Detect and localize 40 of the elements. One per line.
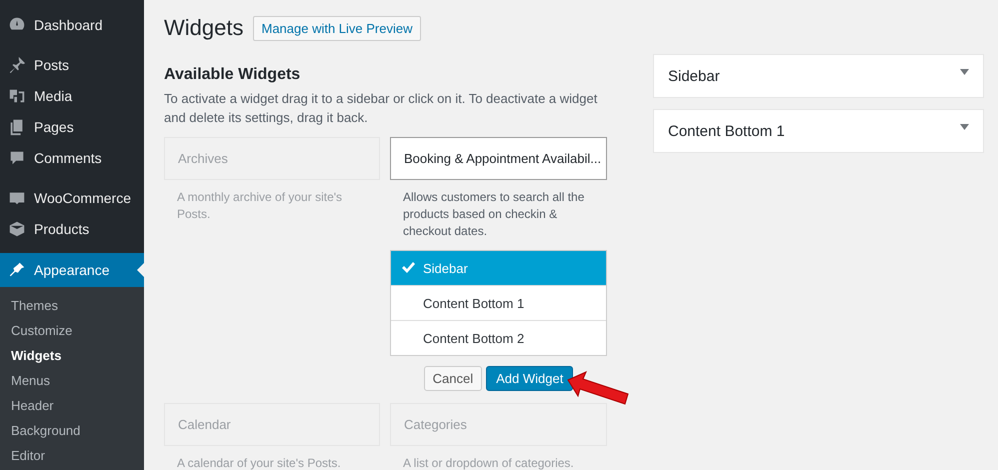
submenu-item[interactable]: Editor <box>0 443 144 468</box>
caret-icon <box>960 69 969 75</box>
menu-item[interactable]: Media <box>0 80 144 111</box>
menu-item[interactable]: Comments <box>0 142 144 173</box>
add-widget-button[interactable]: Add Widget <box>486 366 574 391</box>
cancel-button[interactable]: Cancel <box>424 366 482 391</box>
panel-title: Content Bottom 1 <box>668 122 785 140</box>
live-preview-button[interactable]: Manage with Live Preview <box>253 16 421 40</box>
paintbrush-icon <box>8 261 26 279</box>
submenu-item[interactable]: Menus <box>0 368 144 393</box>
menu-item[interactable]: Pages <box>0 111 144 142</box>
widget-title[interactable]: Booking & Appointment Availabil... <box>390 137 607 180</box>
widget-description: A list or dropdown of categories. <box>402 455 575 470</box>
submenu-item[interactable]: Themes <box>0 293 144 318</box>
speech-bubble-icon <box>8 148 26 166</box>
checkmark-icon <box>401 261 415 275</box>
sidebar-panel[interactable]: Sidebar <box>653 54 984 98</box>
sidebar-panel[interactable]: Content Bottom 1 <box>653 109 984 153</box>
menu-item[interactable]: WooCommerce <box>0 182 144 213</box>
media-icon <box>8 86 26 104</box>
box-icon <box>8 220 26 238</box>
submenu-item[interactable]: Background <box>0 418 144 443</box>
widget-description: A calendar of your site's Posts. <box>176 455 342 470</box>
page-title: Widgets <box>164 15 244 41</box>
widget-description: Allows customers to search all the products based on checkin & checkout dates. <box>402 189 586 240</box>
submenu-item[interactable]: Header <box>0 393 144 418</box>
menu-item[interactable]: Products <box>0 213 144 244</box>
panel-title: Sidebar <box>668 68 720 84</box>
menu-item[interactable]: Dashboard <box>0 9 144 40</box>
submenu-item[interactable]: Widgets <box>0 343 144 368</box>
submenu-item[interactable]: Customize <box>0 318 144 343</box>
menu-item[interactable]: Appearance <box>0 253 144 287</box>
sidebar-option[interactable]: Content Bottom 2 <box>391 320 606 355</box>
widget-description: A monthly archive of your site's Posts. <box>176 189 344 223</box>
section-description: To activate a widget drag it to a sidebar or click on it. To deactivate a widget and delete its settings, drag it back. <box>164 90 598 127</box>
sidebar-option[interactable]: Content Bottom 1 <box>391 285 606 320</box>
menu-item[interactable]: Posts <box>0 49 144 80</box>
caret-icon <box>960 124 969 130</box>
pin-icon <box>8 56 26 74</box>
section-heading: Available Widgets <box>164 66 302 84</box>
